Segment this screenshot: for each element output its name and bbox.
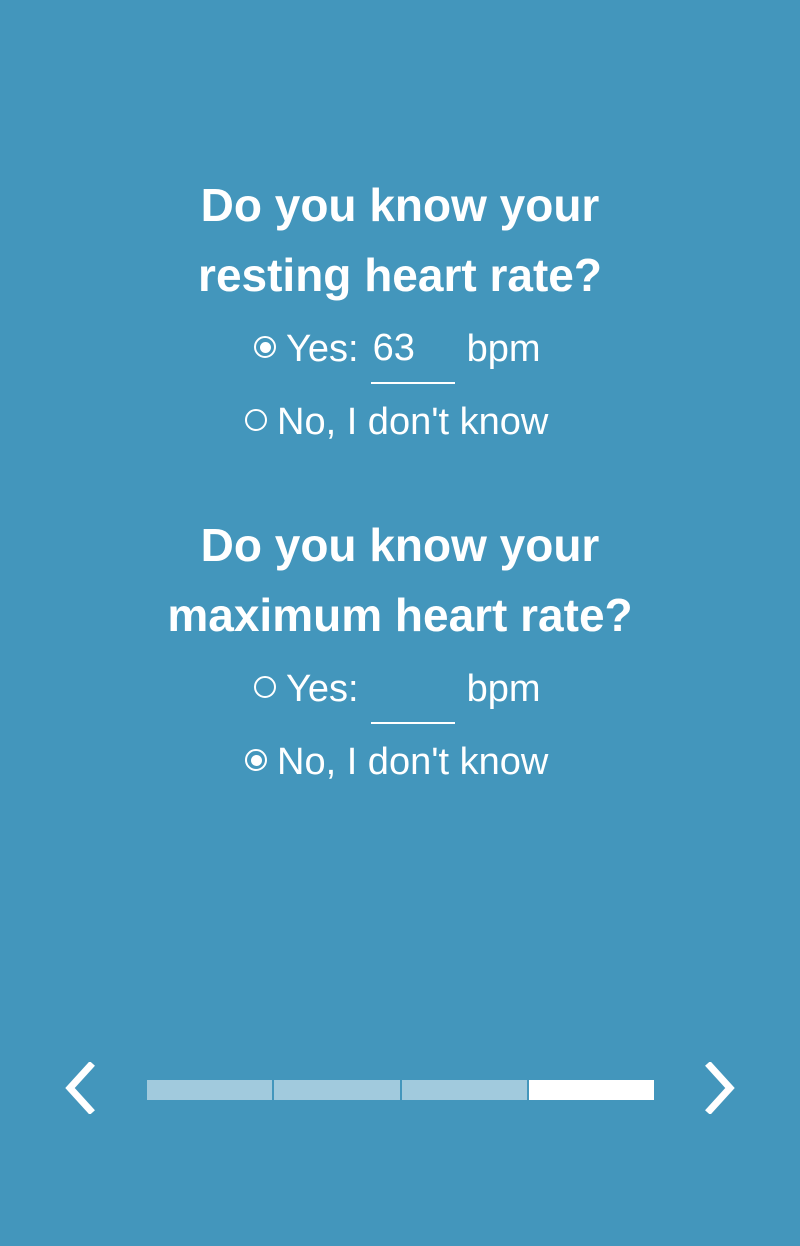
chevron-right-icon (705, 1062, 735, 1114)
resting-heart-rate-question: Do you know your resting heart rate? (0, 170, 800, 310)
progress-bar (147, 1080, 654, 1100)
question-title: Do you know your resting heart rate? (0, 170, 800, 310)
question-title-line2: resting heart rate? (198, 249, 602, 301)
question-title-line1: Do you know your (200, 519, 600, 571)
resting-yes-label: Yes: (286, 328, 359, 370)
chevron-left-icon (65, 1062, 95, 1114)
maximum-bpm-input[interactable] (370, 678, 455, 724)
progress-segment-3 (401, 1080, 527, 1100)
progress-segment-1 (147, 1080, 273, 1100)
maximum-yes-label: Yes: (286, 668, 359, 710)
maximum-bpm-unit: bpm (466, 668, 541, 710)
progress-segment-4 (528, 1080, 654, 1100)
resting-bpm-input[interactable]: 63 (370, 327, 455, 384)
resting-no-option[interactable]: No, I don't know (245, 400, 548, 444)
maximum-no-radio[interactable] (245, 749, 267, 771)
maximum-heart-rate-question: Do you know your maximum heart rate? (0, 510, 800, 650)
maximum-no-label: No, I don't know (277, 741, 549, 783)
next-button[interactable] (690, 1058, 750, 1118)
maximum-yes-option[interactable]: Yes: bpm (254, 666, 541, 724)
resting-no-radio[interactable] (245, 409, 267, 431)
resting-bpm-unit: bpm (466, 328, 541, 370)
maximum-no-option[interactable]: No, I don't know (245, 740, 548, 784)
resting-bpm-value: 63 (372, 327, 415, 369)
question-title-line2: maximum heart rate? (167, 589, 633, 641)
question-title-line1: Do you know your (200, 179, 600, 231)
resting-yes-radio[interactable] (254, 336, 276, 358)
maximum-yes-radio[interactable] (254, 676, 276, 698)
previous-button[interactable] (50, 1058, 110, 1118)
resting-no-label: No, I don't know (277, 401, 549, 443)
progress-segment-2 (274, 1080, 400, 1100)
question-title: Do you know your maximum heart rate? (0, 510, 800, 650)
resting-yes-option[interactable]: Yes: 63 bpm (254, 326, 541, 384)
